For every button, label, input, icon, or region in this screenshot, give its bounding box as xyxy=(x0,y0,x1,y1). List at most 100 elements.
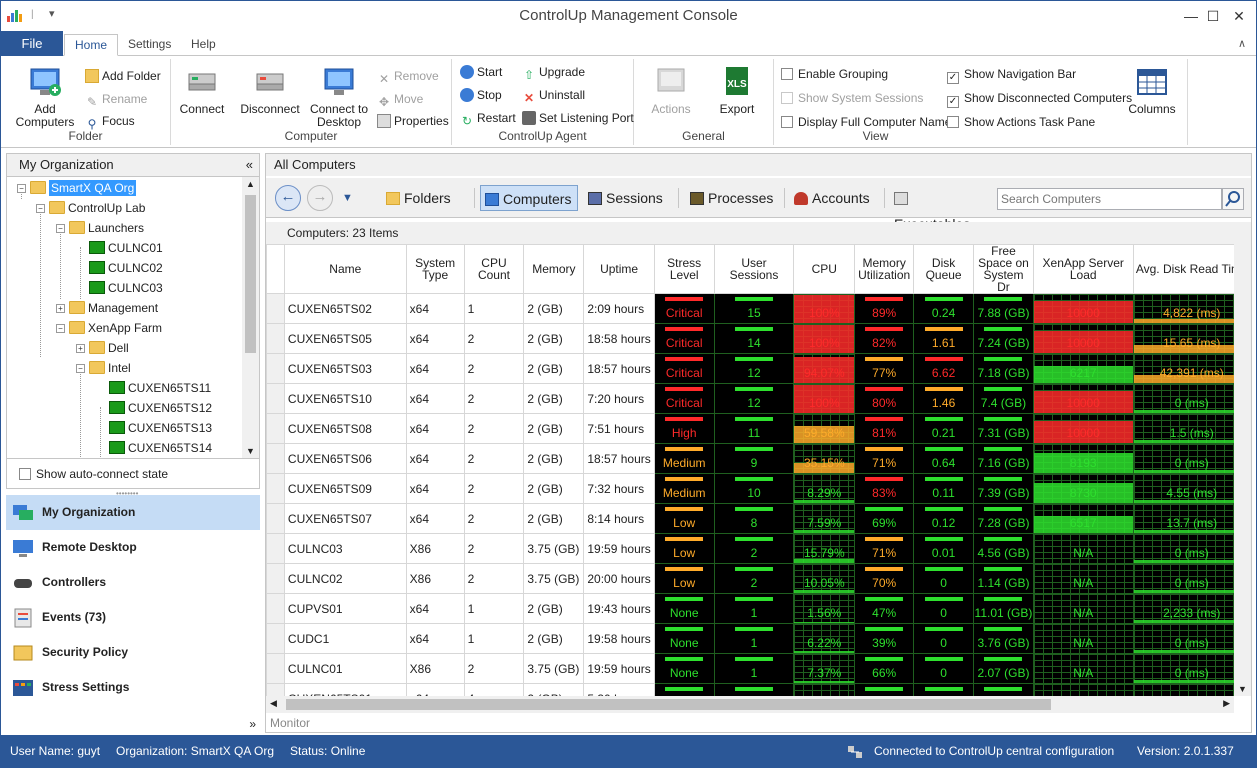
properties-button[interactable]: Properties xyxy=(377,112,449,130)
tab-help[interactable]: Help xyxy=(181,34,226,56)
scroll-thumb[interactable] xyxy=(245,195,256,353)
search-button[interactable] xyxy=(1222,188,1244,210)
row-header[interactable] xyxy=(266,413,285,444)
show-disconnected-checkbox[interactable]: ✓ Show Disconnected Computers xyxy=(947,89,1132,108)
checkbox-checked[interactable]: ✓ xyxy=(947,72,959,84)
tree-node-controlup-lab[interactable]: − ControlUp Lab xyxy=(36,198,145,218)
tab-accounts[interactable]: Accounts xyxy=(790,185,874,211)
nav-remote-desktop[interactable]: Remote Desktop xyxy=(6,530,260,565)
tree-scrollbar[interactable]: ▲ ▼ xyxy=(242,177,259,458)
ribbon-collapse-icon[interactable]: ∧ xyxy=(1238,37,1246,50)
history-dropdown-icon[interactable]: ▼ xyxy=(342,192,353,204)
row-header[interactable] xyxy=(266,683,285,696)
tree-node-cuxen65ts11[interactable]: CUXEN65TS11 xyxy=(109,378,211,398)
expand-node-icon[interactable]: + xyxy=(56,304,65,313)
nav-controllers[interactable]: Controllers xyxy=(6,565,260,600)
scroll-left-icon[interactable]: ◀ xyxy=(270,698,277,709)
table-row[interactable]: CUXEN65TS07 x64 2 2 (GB) 8:14 hours Low 8 7.59%… xyxy=(266,503,1251,534)
tree-node-cuxen65ts13[interactable]: CUXEN65TS13 xyxy=(109,418,212,438)
show-navigation-bar-checkbox[interactable]: ✓ Show Navigation Bar xyxy=(947,65,1076,84)
tab-file[interactable]: File xyxy=(1,31,63,56)
table-row[interactable]: CUDC1 x64 1 2 (GB) 19:58 hours None 1 6.22% 39% 0… xyxy=(266,623,1251,654)
actions-button[interactable]: Actions xyxy=(646,65,696,116)
collapse-node-icon[interactable]: − xyxy=(36,204,45,213)
table-row[interactable]: CULNC01 X86 2 3.75 (GB) 19:59 hours None 1 7.37… xyxy=(266,653,1251,684)
collapse-node-icon[interactable]: − xyxy=(76,364,85,373)
forward-button[interactable]: → xyxy=(307,185,333,211)
connect-button[interactable]: Connect xyxy=(177,65,227,116)
collapse-node-icon[interactable]: − xyxy=(56,324,65,333)
tree-node-xenapp-farm[interactable]: − XenApp Farm xyxy=(56,318,162,338)
table-row[interactable]: CUXEN65TS01x6442 (GB)5:30 hoursNone10.56… xyxy=(266,683,1251,696)
tree-node-culnc02[interactable]: CULNC02 xyxy=(89,258,163,278)
tab-home[interactable]: Home xyxy=(64,34,119,56)
column-header[interactable]: Uptime xyxy=(583,244,655,294)
expand-node-icon[interactable]: + xyxy=(76,344,85,353)
scroll-right-icon[interactable]: ▶ xyxy=(1223,698,1230,709)
back-button[interactable]: ← xyxy=(275,185,301,211)
checkbox-box[interactable] xyxy=(947,116,959,128)
column-header[interactable]: Free Space on System Dr xyxy=(973,244,1034,294)
remove-button[interactable]: ✕ Remove xyxy=(377,67,439,86)
tab-settings[interactable]: Settings xyxy=(118,34,181,56)
search-input[interactable]: Search Computers xyxy=(997,188,1222,210)
table-row[interactable]: CUXEN65TS09 x64 2 2 (GB) 7:32 hours Medium 10 8… xyxy=(266,473,1251,504)
row-header[interactable] xyxy=(266,293,285,324)
tree-node-org[interactable]: − SmartX QA Org xyxy=(17,178,137,198)
column-header[interactable]: Memory xyxy=(523,244,585,294)
export-button[interactable]: XLS Export xyxy=(712,65,762,116)
more-nav-icon[interactable]: » xyxy=(249,717,256,731)
table-row[interactable]: CULNC03 X86 2 3.75 (GB) 19:59 hours Low 2 15.79… xyxy=(266,533,1251,564)
nav-stress-settings[interactable]: Stress Settings xyxy=(6,670,260,705)
scroll-down-icon[interactable]: ▼ xyxy=(1238,684,1247,694)
table-row[interactable]: CUXEN65TS10 x64 2 2 (GB) 7:20 hours Critical 1… xyxy=(266,383,1251,414)
table-row[interactable]: CUXEN65TS05 x64 2 2 (GB) 18:58 hours Critical… xyxy=(266,323,1251,354)
nav-events[interactable]: Events (73) xyxy=(6,600,260,635)
tree-node-launchers[interactable]: − Launchers xyxy=(56,218,144,238)
row-header[interactable] xyxy=(266,563,285,594)
connect-to-desktop-button[interactable]: Connect to Desktop xyxy=(309,65,369,129)
row-header[interactable] xyxy=(266,383,285,414)
tree-node-cuxen65ts12[interactable]: CUXEN65TS12 xyxy=(109,398,212,418)
enable-grouping-checkbox[interactable]: Enable Grouping xyxy=(781,65,888,83)
column-header[interactable]: Avg. Disk Read Time xyxy=(1132,244,1251,294)
grid-horizontal-scrollbar[interactable]: ◀ ▶ xyxy=(266,696,1234,713)
column-header[interactable]: System Type xyxy=(405,244,465,294)
tab-processes[interactable]: Processes xyxy=(686,185,776,211)
focus-button[interactable]: ⚲ Focus xyxy=(85,112,135,131)
checkbox-box[interactable] xyxy=(781,68,793,80)
tab-computers[interactable]: Computers xyxy=(480,185,578,211)
move-button[interactable]: ✥ Move xyxy=(377,90,423,109)
row-header[interactable] xyxy=(266,353,285,384)
tree-node-culnc03[interactable]: CULNC03 xyxy=(89,278,163,298)
column-header[interactable]: Name xyxy=(283,244,407,294)
column-header[interactable]: XenApp Server Load xyxy=(1032,244,1134,294)
table-row[interactable]: CULNC02 X86 2 3.75 (GB) 20:00 hours Low 2 10.05… xyxy=(266,563,1251,594)
column-header[interactable]: Disk Queue xyxy=(913,244,975,294)
column-header[interactable]: Stress Level xyxy=(653,244,715,294)
tab-sessions[interactable]: Sessions xyxy=(584,185,670,211)
grid-vertical-scrollbar[interactable]: ▼ xyxy=(1234,244,1251,696)
column-header[interactable]: User Sessions xyxy=(713,244,795,294)
checkbox-box[interactable] xyxy=(781,116,793,128)
table-row[interactable]: CUXEN65TS06 x64 2 2 (GB) 18:57 hours Medium 9 3… xyxy=(266,443,1251,474)
row-header[interactable] xyxy=(266,503,285,534)
stop-agent-button[interactable]: Stop xyxy=(460,86,502,104)
checkbox-box[interactable] xyxy=(781,92,793,104)
set-listening-port-button[interactable]: Set Listening Port xyxy=(522,109,634,127)
add-folder-button[interactable]: Add Folder xyxy=(85,67,161,85)
table-row[interactable]: CUPVS01 x64 1 2 (GB) 19:43 hours None 1 1.56% 47… xyxy=(266,593,1251,624)
collapse-panel-icon[interactable]: « xyxy=(246,154,253,176)
disconnect-button[interactable]: Disconnect xyxy=(239,65,301,116)
row-header[interactable] xyxy=(266,443,285,474)
row-header[interactable] xyxy=(266,533,285,564)
scroll-thumb[interactable] xyxy=(286,699,1051,710)
table-row[interactable]: CUXEN65TS03 x64 2 2 (GB) 18:57 hours Critical… xyxy=(266,353,1251,384)
row-header[interactable] xyxy=(266,593,285,624)
scroll-down-icon[interactable]: ▼ xyxy=(246,446,255,456)
collapse-node-icon[interactable]: − xyxy=(17,184,26,193)
collapse-node-icon[interactable]: − xyxy=(56,224,65,233)
table-row[interactable]: CUXEN65TS02 x64 1 2 (GB) 2:09 hours Critical 1… xyxy=(266,293,1251,324)
nav-security-policy[interactable]: Security Policy xyxy=(6,635,260,670)
scroll-up-icon[interactable]: ▲ xyxy=(246,179,255,189)
